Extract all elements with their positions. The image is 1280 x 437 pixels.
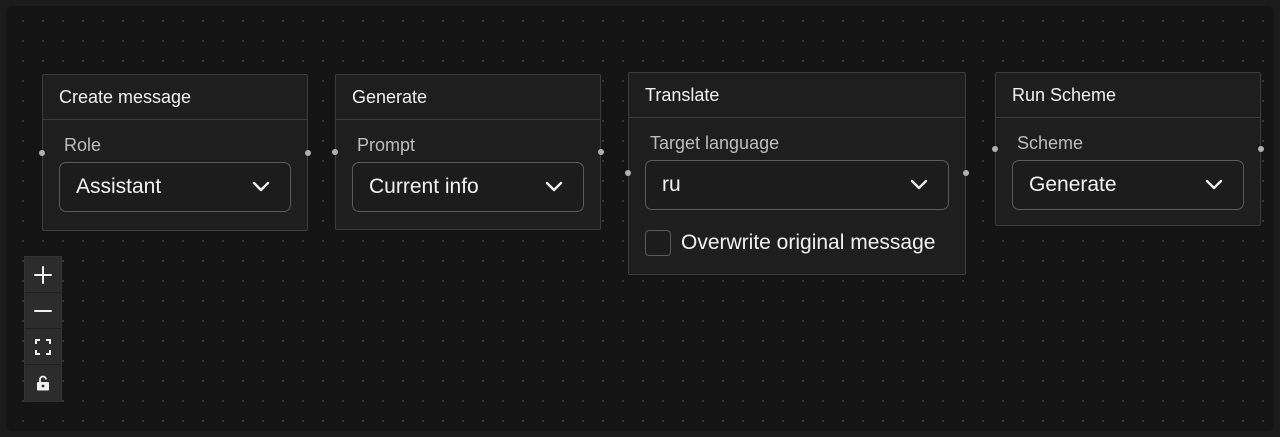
flow-canvas[interactable]: Create message Role Assistant Generate P… (6, 6, 1274, 431)
node-translate[interactable]: Translate Target language ru Overwrite o… (628, 72, 966, 275)
field-label-prompt: Prompt (357, 135, 416, 155)
scheme-select[interactable]: Generate (1012, 160, 1244, 210)
overwrite-original-checkbox[interactable] (645, 230, 671, 256)
toggle-interactivity-button[interactable] (25, 365, 61, 401)
flow-controls (24, 256, 62, 402)
node-translate-output-handle[interactable] (963, 170, 969, 176)
field-label-role: Role (64, 135, 102, 155)
node-generate[interactable]: Generate Prompt Current info (335, 74, 601, 230)
field-label-target-language: Target language (650, 133, 780, 153)
chevron-down-icon (1205, 179, 1223, 190)
target-language-select-value: ru (662, 173, 681, 196)
zoom-out-button[interactable] (25, 293, 61, 329)
chevron-down-icon (910, 179, 928, 190)
node-generate-input-handle[interactable] (332, 149, 338, 155)
fit-view-icon (35, 338, 51, 355)
overwrite-original-label[interactable]: Overwrite original message (681, 231, 935, 255)
field-label-scheme: Scheme (1017, 133, 1084, 153)
node-title: Translate (629, 73, 965, 118)
role-select-value: Assistant (76, 175, 162, 198)
lock-icon (37, 375, 49, 391)
target-language-select[interactable]: ru (645, 160, 949, 210)
prompt-select[interactable]: Current info (352, 162, 584, 212)
role-select[interactable]: Assistant (59, 162, 291, 212)
scheme-select-value: Generate (1029, 173, 1117, 196)
node-title: Create message (43, 75, 307, 120)
plus-icon (34, 265, 52, 284)
zoom-in-button[interactable] (25, 257, 61, 293)
node-create-message-output-handle[interactable] (305, 150, 311, 156)
node-run-scheme-input-handle[interactable] (992, 146, 998, 152)
overwrite-original-row[interactable]: Overwrite original message (645, 230, 949, 256)
node-title: Run Scheme (996, 73, 1260, 118)
chevron-down-icon (252, 181, 270, 192)
node-create-message[interactable]: Create message Role Assistant (42, 74, 308, 231)
minus-icon (34, 309, 52, 312)
node-create-message-input-handle[interactable] (39, 150, 45, 156)
node-generate-output-handle[interactable] (598, 149, 604, 155)
node-run-scheme-output-handle[interactable] (1258, 146, 1264, 152)
node-translate-input-handle[interactable] (625, 170, 631, 176)
prompt-select-value: Current info (369, 175, 479, 198)
node-run-scheme[interactable]: Run Scheme Scheme Generate (995, 72, 1261, 226)
chevron-down-icon (545, 181, 563, 192)
fit-view-button[interactable] (25, 329, 61, 365)
node-title: Generate (336, 75, 600, 120)
